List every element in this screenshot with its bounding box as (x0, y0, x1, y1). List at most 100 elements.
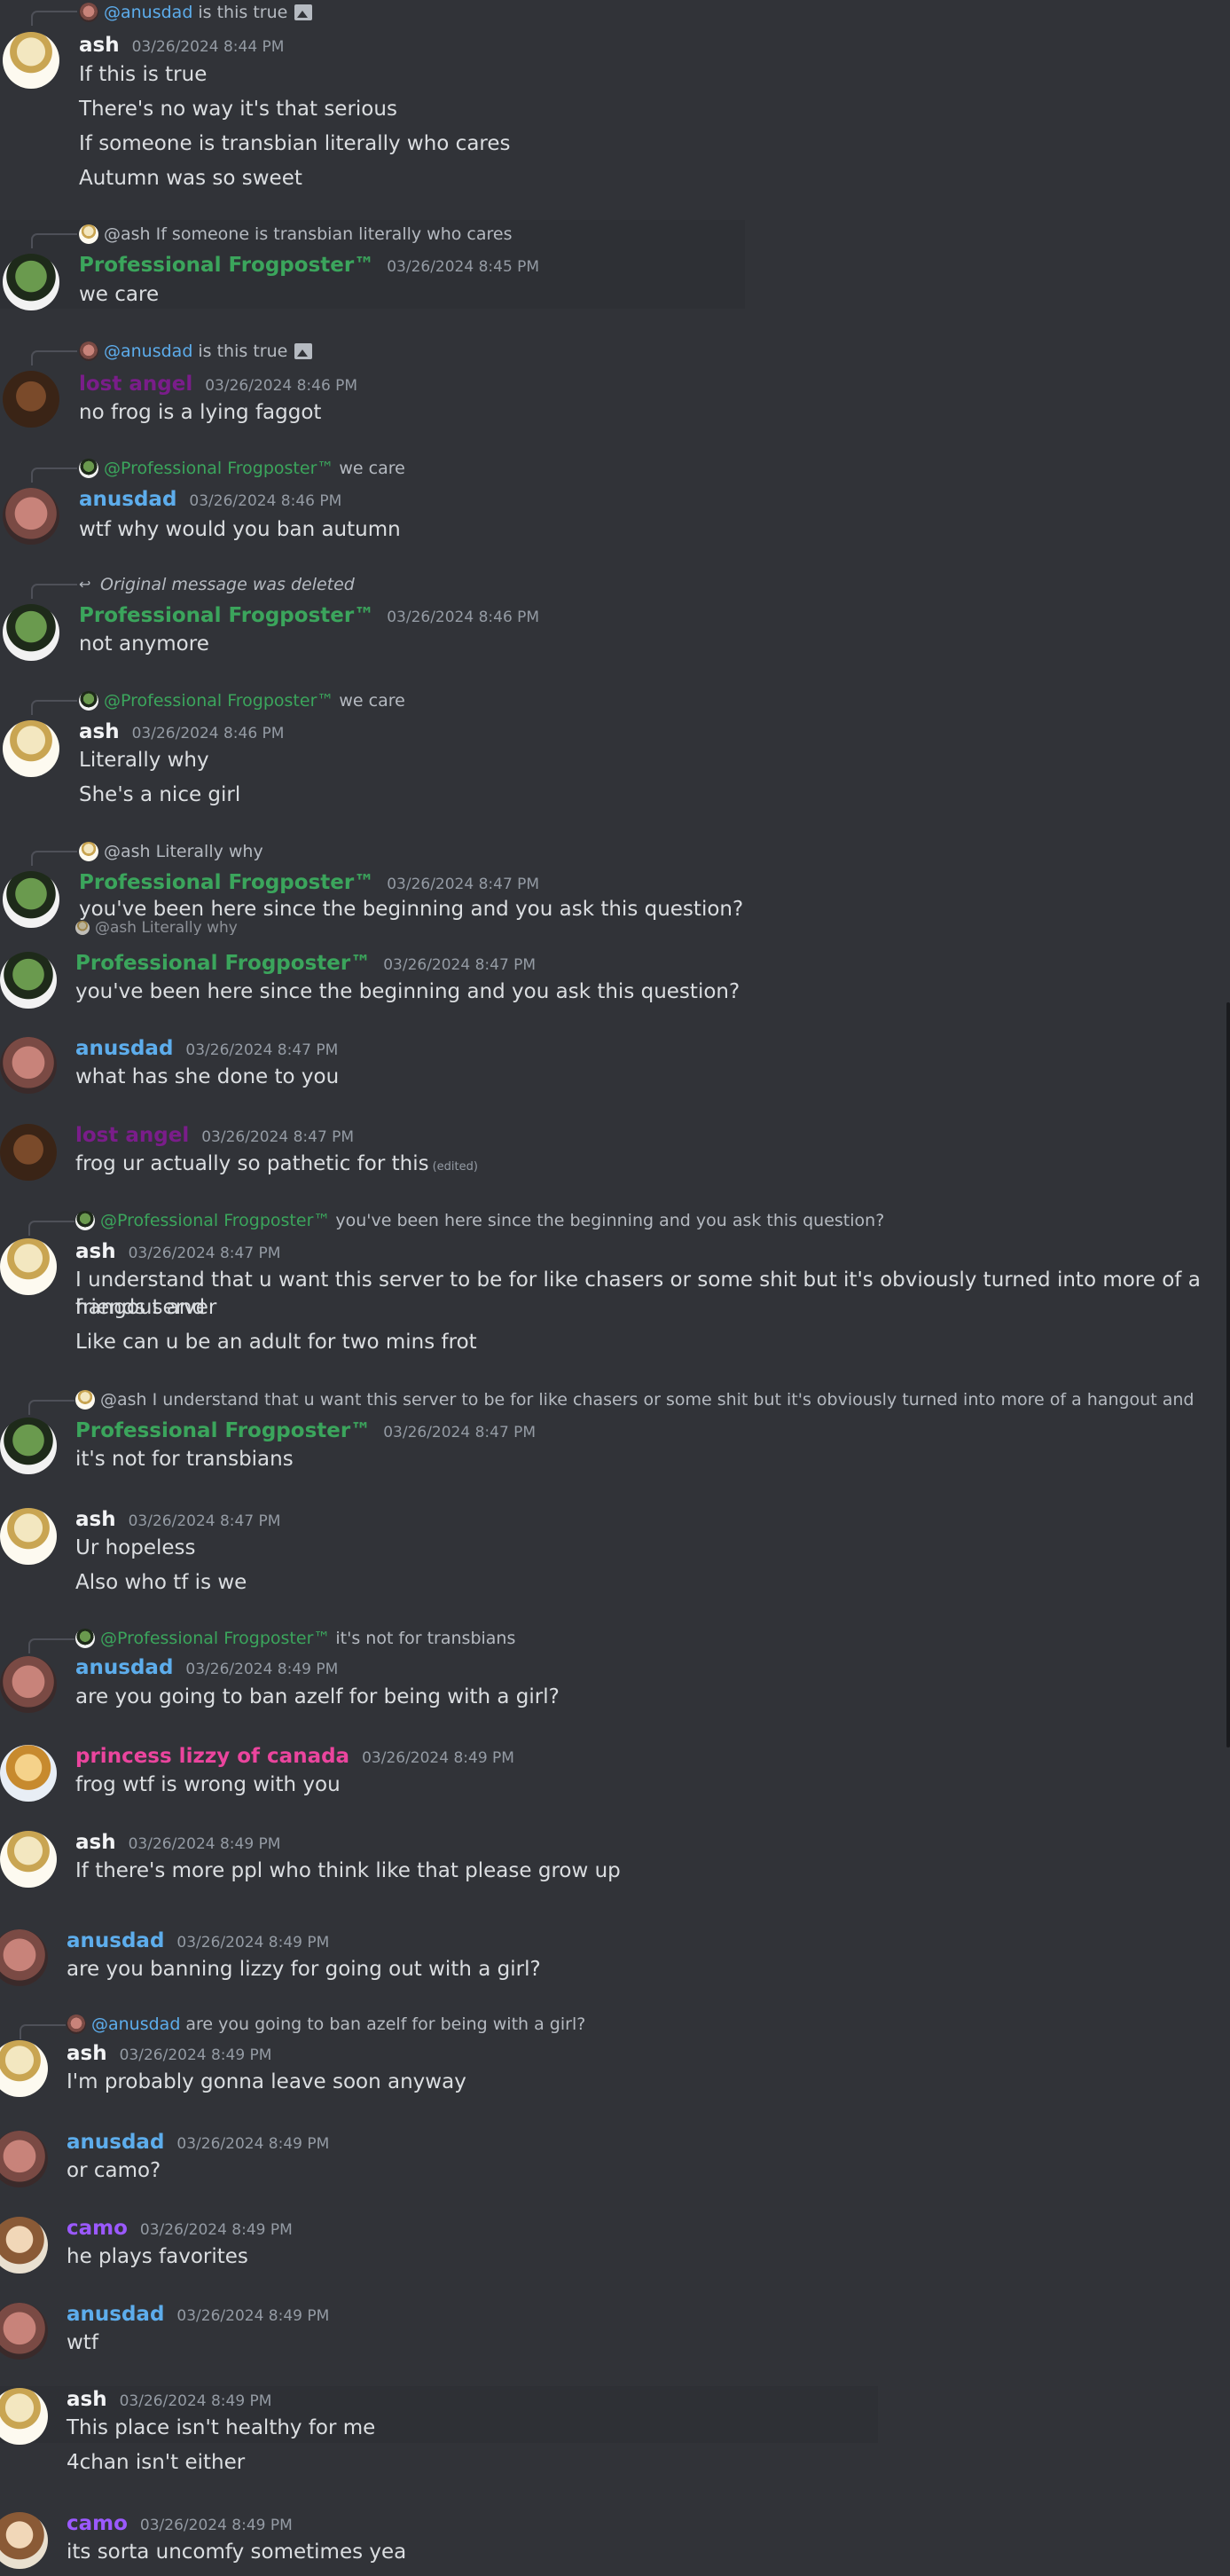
avatar[interactable] (0, 1831, 57, 1888)
timestamp: 03/26/2024 8:47 PM (128, 1245, 281, 1262)
message-18: @anusdad are you going to ban azelf for … (0, 2012, 1230, 2109)
reply-mention[interactable]: @anusdad (104, 3, 192, 22)
avatar[interactable] (0, 2388, 48, 2445)
username[interactable]: anusdad (79, 488, 176, 511)
username[interactable]: ash (75, 1831, 116, 1854)
message-2: @ash If someone is transbian literally w… (0, 220, 745, 310)
reply-preview[interactable]: @Professional Frogposter™ we care (79, 459, 405, 478)
reply-preview[interactable]: @Professional Frogposter™ it's not for t… (75, 1629, 515, 1648)
message-header: ash 03/26/2024 8:46 PM (79, 720, 284, 743)
reply-avatar (79, 3, 98, 22)
avatar[interactable] (0, 1418, 57, 1474)
message-header: anusdad 03/26/2024 8:46 PM (79, 488, 341, 511)
username[interactable]: anusdad (67, 1929, 164, 1952)
username[interactable]: Professional Frogposter™ (75, 1419, 371, 1442)
avatar[interactable] (0, 952, 57, 1009)
timestamp: 03/26/2024 8:46 PM (189, 492, 342, 510)
avatar[interactable] (3, 488, 59, 545)
username[interactable]: anusdad (75, 1656, 173, 1679)
avatar[interactable] (0, 2303, 48, 2360)
username[interactable]: anusdad (67, 2303, 164, 2326)
username[interactable]: ash (75, 1240, 116, 1263)
reply-mention[interactable]: @ash (104, 224, 151, 244)
avatar[interactable] (0, 2040, 48, 2097)
timestamp: 03/26/2024 8:49 PM (119, 2392, 272, 2410)
timestamp: 03/26/2024 8:49 PM (362, 1749, 514, 1767)
message-header: anusdad 03/26/2024 8:49 PM (67, 2131, 329, 2154)
avatar[interactable] (3, 254, 59, 310)
message-header: ash 03/26/2024 8:47 PM (75, 1240, 280, 1263)
reply-mention[interactable]: @Professional Frogposter™ (100, 1629, 330, 1648)
reply-preview[interactable]: @ash Literally why (79, 842, 263, 861)
avatar[interactable] (3, 604, 59, 661)
username[interactable]: Professional Frogposter™ (79, 604, 374, 627)
reply-mention[interactable]: @anusdad (91, 2014, 180, 2034)
username[interactable]: ash (75, 1508, 116, 1531)
message-text: Ur hopeless (75, 1536, 196, 1559)
username[interactable]: Professional Frogposter™ (79, 871, 374, 894)
timestamp: 03/26/2024 8:49 PM (139, 2221, 293, 2239)
timestamp: 03/26/2024 8:45 PM (387, 258, 540, 276)
avatar[interactable] (3, 720, 59, 777)
reply-preview[interactable]: @anusdad is this true (79, 342, 313, 361)
reply-preview[interactable]: @ash If someone is transbian literally w… (79, 224, 512, 244)
avatar[interactable] (0, 1508, 57, 1565)
message-header: Professional Frogposter™ 03/26/2024 8:46… (79, 604, 539, 627)
username[interactable]: ash (79, 34, 120, 57)
username[interactable]: camo (67, 2512, 128, 2535)
reply-preview[interactable]: @ash I understand that u want this serve… (75, 1390, 1193, 1410)
avatar[interactable] (0, 1929, 48, 1986)
avatar[interactable] (3, 371, 59, 428)
avatar[interactable] (0, 1124, 57, 1181)
reply-preview[interactable]: @anusdad is this true (79, 3, 313, 22)
timestamp: 03/26/2024 8:49 PM (176, 2307, 330, 2325)
reply-mention[interactable]: @anusdad (104, 342, 192, 361)
reply-mention[interactable]: @ash (104, 842, 151, 861)
avatar[interactable] (0, 1238, 57, 1295)
message-header: anusdad 03/26/2024 8:49 PM (75, 1656, 338, 1679)
reply-text: Literally why (155, 842, 263, 861)
username[interactable]: camo (67, 2217, 128, 2240)
avatar[interactable] (3, 871, 59, 928)
timestamp: 03/26/2024 8:49 PM (176, 1934, 330, 1952)
username[interactable]: ash (79, 720, 120, 743)
username[interactable]: Professional Frogposter™ (75, 952, 371, 975)
message-header: anusdad 03/26/2024 8:49 PM (67, 1929, 329, 1952)
reply-mention[interactable]: @Professional Frogposter™ (104, 459, 333, 478)
timestamp: 03/26/2024 8:49 PM (119, 2046, 272, 2064)
username[interactable]: ash (67, 2042, 107, 2065)
avatar[interactable] (0, 1745, 57, 1802)
username[interactable]: Professional Frogposter™ (79, 254, 374, 277)
message-6: @Professional Frogposter™ we care ash 03… (0, 687, 1230, 811)
reply-mention[interactable]: @Professional Frogposter™ (104, 691, 333, 711)
avatar[interactable] (0, 2512, 48, 2569)
avatar[interactable] (0, 1037, 57, 1094)
username[interactable]: lost angel (79, 373, 192, 396)
avatar[interactable] (0, 2131, 48, 2187)
reply-preview[interactable]: @anusdad are you going to ban azelf for … (67, 2014, 585, 2034)
reply-avatar (79, 459, 98, 478)
message-10: lost angel 03/26/2024 8:47 PM frog ur ac… (0, 1122, 1230, 1202)
avatar[interactable] (0, 1656, 57, 1713)
username[interactable]: anusdad (75, 1037, 173, 1060)
username[interactable]: anusdad (67, 2131, 164, 2154)
timestamp: 03/26/2024 8:47 PM (185, 1041, 339, 1059)
message-text: it's not for transbians (75, 1448, 294, 1471)
username[interactable]: princess lizzy of canada (75, 1745, 349, 1768)
message-header: camo 03/26/2024 8:49 PM (67, 2217, 293, 2240)
message-text: friends server (75, 1296, 217, 1319)
avatar[interactable] (3, 32, 59, 89)
reply-preview-cutoff[interactable]: @ash Literally why (75, 921, 238, 935)
message-text: or camo? (67, 2159, 161, 2182)
reply-avatar (75, 921, 90, 935)
reply-text: is this true (198, 342, 288, 361)
username[interactable]: ash (67, 2388, 107, 2411)
scrollbar[interactable] (1226, 1002, 1230, 1747)
reply-mention[interactable]: @Professional Frogposter™ (100, 1211, 330, 1230)
reply-preview[interactable]: @Professional Frogposter™ you've been he… (75, 1211, 884, 1230)
avatar[interactable] (0, 2217, 48, 2274)
username[interactable]: lost angel (75, 1124, 189, 1147)
reply-preview[interactable]: @Professional Frogposter™ we care (79, 691, 405, 711)
reply-mention[interactable]: @ash (100, 1390, 147, 1410)
message-text: frog wtf is wrong with you (75, 1773, 341, 1796)
